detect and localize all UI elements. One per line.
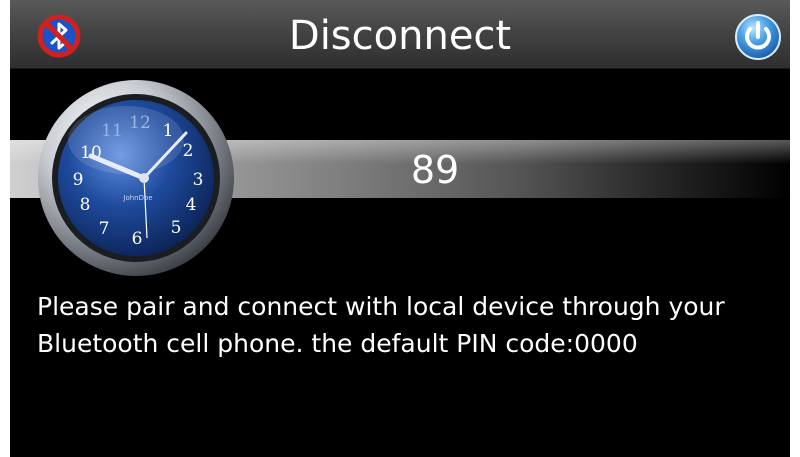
clock-icon: 1 2 3 4 5 6 7 8 9 10 11 12 JohnDoe xyxy=(38,80,234,276)
header-bar: Disconnect xyxy=(10,0,790,69)
clock-numeral: 12 xyxy=(129,113,151,133)
clock-numeral: 7 xyxy=(99,219,110,239)
clock-numeral: 8 xyxy=(80,195,91,215)
instruction-line: Bluetooth cell phone. the default PIN co… xyxy=(37,329,638,358)
power-icon[interactable] xyxy=(734,13,782,61)
clock-numeral: 3 xyxy=(193,170,204,190)
clock-numeral: 4 xyxy=(186,195,197,215)
page-title: Disconnect xyxy=(288,13,512,59)
clock-numeral: 5 xyxy=(171,218,182,238)
clock-brand: JohnDoe xyxy=(122,194,152,202)
clock-numeral: 6 xyxy=(132,229,143,249)
bluetooth-screen: Disconnect 89 1 2 3 4 5 6 7 8 9 10 11 12… xyxy=(10,0,790,457)
pairing-instructions: Please pair and connect with local devic… xyxy=(37,288,782,362)
clock-numeral: 11 xyxy=(101,121,123,141)
instruction-line: Please pair and connect with local devic… xyxy=(37,292,725,321)
clock-numeral: 2 xyxy=(183,141,194,161)
pairing-counter: 89 xyxy=(410,148,460,192)
clock-numeral: 9 xyxy=(73,170,84,190)
clock-numeral: 1 xyxy=(163,121,174,141)
